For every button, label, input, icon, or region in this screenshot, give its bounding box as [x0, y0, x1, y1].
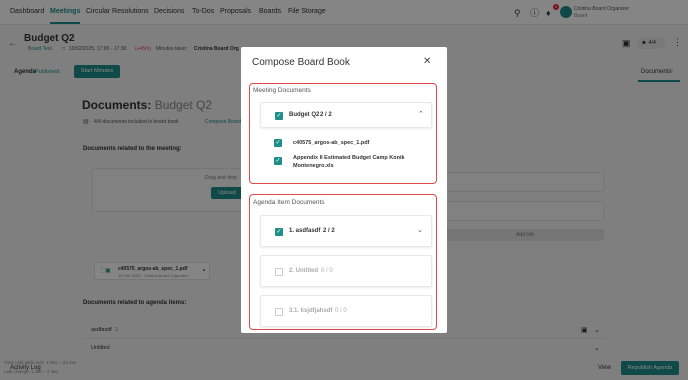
agenda-item-name: 3.1. ksjdfjahsdf [289, 308, 333, 314]
modal-title: Compose Board Book [252, 57, 350, 68]
agenda-item-count: 0 / 0 [321, 268, 333, 274]
checkbox-unchecked[interactable] [275, 308, 283, 316]
agenda-documents-section: Agenda Item Documents ✓ 1. asdfasdf 2 / … [249, 194, 437, 330]
meeting-group-name: Budget Q2 [289, 112, 320, 118]
file-name: c40575_argos-ab_spec_1.pdf [293, 140, 370, 146]
checkbox-unchecked[interactable] [275, 268, 283, 276]
chevron-up-icon[interactable]: ⌃ [418, 110, 424, 118]
close-icon[interactable]: ✕ [423, 56, 431, 67]
checkbox-checked[interactable]: ✓ [274, 139, 282, 147]
file-name: Appendix II Estimated Budget Camp Konik … [293, 155, 405, 169]
checkbox-checked[interactable]: ✓ [275, 228, 283, 236]
meeting-group-count: 2 / 2 [320, 112, 332, 118]
meeting-documents-label: Meeting Documents [253, 87, 311, 94]
agenda-documents-label: Agenda Item Documents [253, 199, 325, 206]
checkbox-checked[interactable]: ✓ [274, 157, 282, 165]
checkbox-checked[interactable]: ✓ [275, 112, 283, 120]
agenda-item-count: 2 / 2 [323, 228, 335, 234]
agenda-item-row[interactable]: 3.1. ksjdfjahsdf 0 / 0 [260, 295, 432, 327]
meeting-documents-section: Meeting Documents ✓ Budget Q2 2 / 2 ⌃ ✓ … [249, 83, 437, 184]
chevron-down-icon[interactable]: ⌄ [417, 226, 423, 234]
meeting-files-list: ✓ c40575_argos-ab_spec_1.pdf ✓ Appendix … [260, 130, 432, 180]
meeting-group-row[interactable]: ✓ Budget Q2 2 / 2 ⌃ [260, 102, 432, 128]
agenda-item-name: 1. asdfasdf [289, 228, 321, 234]
agenda-item-name: 2. Untitled [289, 268, 319, 274]
agenda-item-row[interactable]: ✓ 1. asdfasdf 2 / 2 ⌄ [260, 215, 432, 247]
agenda-item-row[interactable]: 2. Untitled 0 / 0 [260, 255, 432, 287]
agenda-item-count: 0 / 0 [335, 308, 347, 314]
compose-board-book-modal: Compose Board Book ✕ Meeting Documents ✓… [241, 47, 447, 333]
